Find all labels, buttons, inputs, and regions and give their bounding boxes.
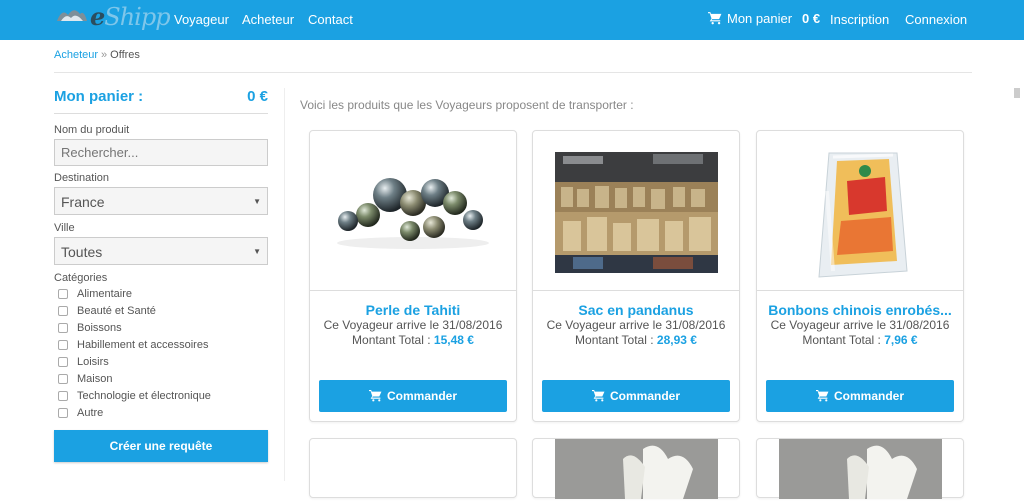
product-card: Sac en pandanus Ce Voyageur arrive le 31…	[532, 130, 740, 422]
create-request-button[interactable]: Créer une requête	[54, 430, 268, 462]
category-label: Technologie et électronique	[77, 389, 211, 402]
category-label: Boissons	[77, 321, 122, 334]
top-cart-link[interactable]: Mon panier 0 €	[708, 11, 820, 26]
nav-acheteur[interactable]: Acheteur	[242, 12, 294, 27]
breadcrumb-parent[interactable]: Acheteur	[54, 49, 98, 61]
destination-value: France	[61, 194, 105, 210]
category-label: Alimentaire	[77, 287, 133, 300]
category-list: Alimentaire Beauté et Santé Boissons Hab…	[54, 285, 268, 421]
checkbox-icon[interactable]	[58, 356, 68, 367]
category-label: Autre	[77, 406, 104, 419]
product-total: Montant Total : 15,48 €	[310, 333, 516, 347]
brand-logo[interactable]: eShipp	[54, 0, 171, 34]
order-button[interactable]: Commander	[542, 380, 730, 412]
product-search-input[interactable]	[54, 139, 268, 166]
column-divider	[284, 88, 285, 481]
login-link[interactable]: Connexion	[905, 12, 967, 27]
city-value: Toutes	[61, 244, 103, 260]
order-button[interactable]: Commander	[766, 380, 954, 412]
product-title[interactable]: Bonbons chinois enrobés...	[757, 302, 963, 318]
sidebar-cart-amount: 0 €	[247, 88, 268, 105]
city-label: Ville	[54, 222, 75, 234]
category-label: Loisirs	[77, 355, 109, 368]
category-boissons[interactable]: Boissons	[54, 319, 268, 336]
product-image-pandanus-bags[interactable]	[533, 131, 739, 291]
product-total: Montant Total : 7,96 €	[757, 333, 963, 347]
product-image-candy-bag[interactable]	[757, 131, 963, 291]
product-card	[309, 438, 517, 498]
checkbox-icon[interactable]	[58, 288, 68, 299]
total-label: Montant Total :	[802, 333, 881, 347]
category-maison[interactable]: Maison	[54, 370, 268, 387]
caret-down-icon: ▼	[253, 197, 261, 206]
checkbox-icon[interactable]	[58, 339, 68, 350]
cart-icon	[708, 12, 722, 25]
breadcrumb: Acheteur» Offres	[54, 49, 140, 61]
order-button-label: Commander	[609, 389, 680, 403]
product-card: Bonbons chinois enrobés... Ce Voyageur a…	[756, 130, 964, 422]
category-label: Maison	[77, 372, 113, 385]
category-habillement[interactable]: Habillement et accessoires	[54, 336, 268, 353]
product-card	[756, 438, 964, 499]
product-name-label: Nom du produit	[54, 124, 130, 136]
logo-mark-icon	[57, 10, 87, 21]
order-button-label: Commander	[833, 389, 904, 403]
order-button-label: Commander	[386, 389, 457, 403]
nav-contact[interactable]: Contact	[308, 12, 353, 27]
checkbox-icon[interactable]	[58, 305, 68, 316]
nav-voyageur[interactable]: Voyageur	[174, 12, 229, 27]
category-beaute-sante[interactable]: Beauté et Santé	[54, 302, 268, 319]
product-arrival: Ce Voyageur arrive le 31/08/2016	[770, 318, 950, 332]
destination-select[interactable]: France ▼	[54, 187, 268, 215]
caret-down-icon: ▼	[253, 247, 261, 256]
product-price: 28,93 €	[656, 333, 697, 347]
product-price: 15,48 €	[433, 333, 474, 347]
product-image-pearls[interactable]	[310, 131, 516, 291]
category-alimentaire[interactable]: Alimentaire	[54, 285, 268, 302]
product-title[interactable]: Sac en pandanus	[533, 302, 739, 318]
category-label: Habillement et accessoires	[77, 338, 209, 351]
city-select[interactable]: Toutes ▼	[54, 237, 268, 265]
product-price: 7,96 €	[884, 333, 918, 347]
total-label: Montant Total :	[575, 333, 654, 347]
total-label: Montant Total :	[352, 333, 431, 347]
checkbox-icon[interactable]	[58, 322, 68, 333]
cart-icon	[591, 390, 605, 402]
category-autre[interactable]: Autre	[54, 404, 268, 421]
product-image-flower[interactable]	[533, 439, 739, 499]
destination-label: Destination	[54, 172, 110, 184]
checkbox-icon[interactable]	[58, 390, 68, 401]
checkbox-icon[interactable]	[58, 373, 68, 384]
cart-icon	[815, 390, 829, 402]
product-arrival: Ce Voyageur arrive le 31/08/2016	[546, 318, 726, 332]
sidebar-filters: Mon panier : 0 € Nom du produit Destinat…	[54, 88, 268, 421]
sidebar-cart-summary: Mon panier : 0 €	[54, 88, 268, 114]
brand-name: eShipp	[90, 2, 171, 31]
categories-label: Catégories	[54, 272, 108, 284]
products-intro: Voici les produits que les Voyageurs pro…	[300, 98, 634, 112]
product-total: Montant Total : 28,93 €	[533, 333, 739, 347]
product-card: Perle de Tahiti Ce Voyageur arrive le 31…	[309, 130, 517, 422]
product-card	[532, 438, 740, 499]
sidebar-cart-title: Mon panier :	[54, 88, 144, 105]
breadcrumb-current: Offres	[110, 49, 140, 61]
category-loisirs[interactable]: Loisirs	[54, 353, 268, 370]
scrollbar-thumb[interactable]	[1014, 88, 1020, 98]
category-label: Beauté et Santé	[77, 304, 156, 317]
signup-link[interactable]: Inscription	[830, 12, 889, 27]
cart-icon	[368, 390, 382, 402]
top-navbar: eShipp Voyageur Acheteur Contact Mon pan…	[0, 0, 1024, 40]
product-title[interactable]: Perle de Tahiti	[310, 302, 516, 318]
product-arrival: Ce Voyageur arrive le 31/08/2016	[323, 318, 503, 332]
top-cart-label: Mon panier	[727, 11, 793, 26]
order-button[interactable]: Commander	[319, 380, 507, 412]
category-technologie[interactable]: Technologie et électronique	[54, 387, 268, 404]
checkbox-icon[interactable]	[58, 407, 68, 418]
breadcrumb-separator: »	[101, 49, 108, 61]
top-cart-amount: 0 €	[802, 11, 821, 26]
divider	[54, 72, 972, 73]
product-image-flower[interactable]	[757, 439, 963, 499]
